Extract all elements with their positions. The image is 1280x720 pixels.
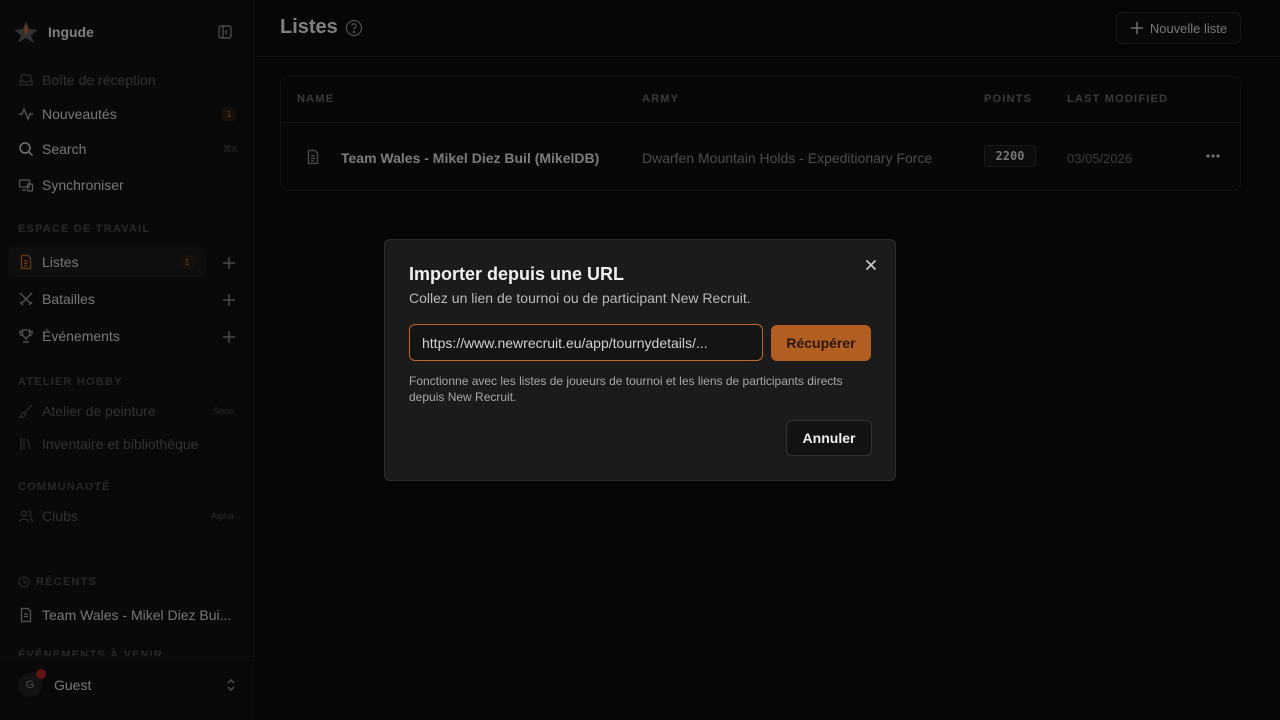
close-icon[interactable] (863, 257, 879, 273)
dialog-title: Importer depuis une URL (409, 264, 625, 284)
url-input[interactable] (409, 324, 763, 361)
cancel-button[interactable]: Annuler (786, 420, 872, 456)
dialog-description: Collez un lien de tournoi ou de particip… (409, 290, 751, 306)
fetch-button[interactable]: Récupérer (771, 325, 871, 361)
dialog-help-text: Fonctionne avec les listes de joueurs de… (409, 374, 843, 404)
import-url-dialog: Importer depuis une URL Collez un lien d… (384, 239, 896, 481)
